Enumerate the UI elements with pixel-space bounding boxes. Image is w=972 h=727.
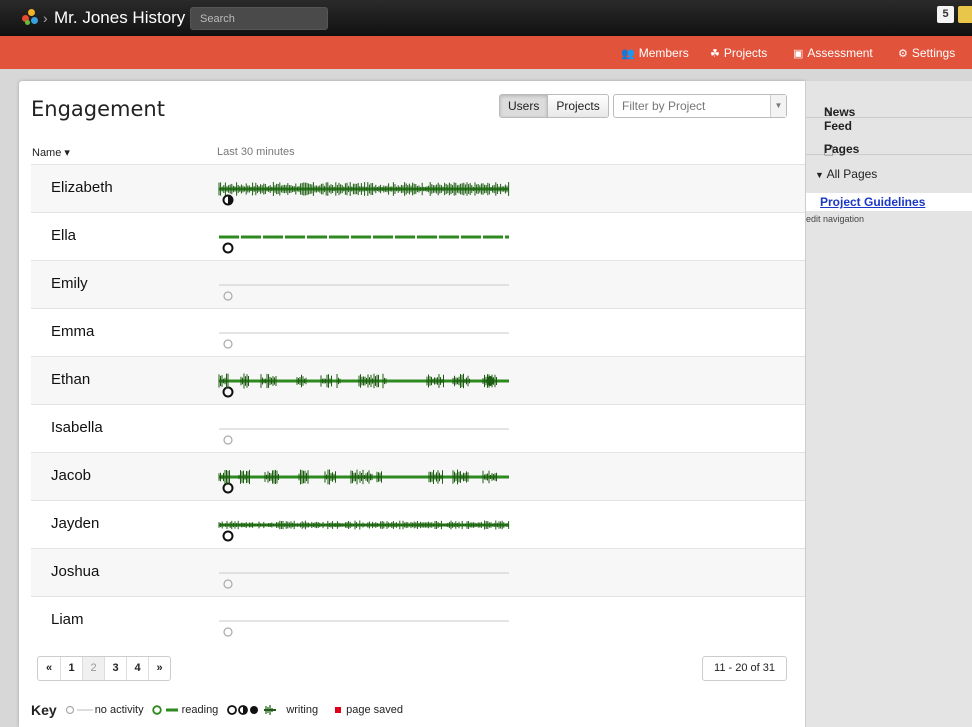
project-guidelines-link[interactable]: Project Guidelines — [806, 193, 972, 211]
user-name[interactable]: Joshua — [51, 563, 99, 580]
pager-page[interactable]: 2 — [82, 657, 104, 680]
notification-icon[interactable] — [958, 6, 972, 23]
page-title: Engagement — [31, 97, 165, 121]
user-name[interactable]: Emily — [51, 275, 88, 292]
nav-settings-label: Settings — [911, 46, 956, 60]
pager-page[interactable]: 1 — [60, 657, 82, 680]
activity-sparkline — [218, 520, 510, 530]
status-icon — [35, 517, 234, 542]
pagination: «1 2 3 4» — [37, 656, 171, 681]
user-name[interactable]: Ethan — [51, 371, 90, 388]
pages-label: Pages — [824, 142, 860, 156]
nav-assessment-label: Assessment — [807, 46, 873, 60]
user-name[interactable]: Isabella — [51, 419, 103, 436]
right-sidebar: ⌂ News Feed 🗋 Pages ▼ All Pages Project … — [805, 81, 972, 727]
user-name[interactable]: Jayden — [51, 515, 99, 532]
user-row[interactable]: Jacob — [31, 452, 805, 500]
user-row[interactable]: Emily — [31, 260, 805, 308]
app-logo-icon[interactable] — [22, 9, 40, 27]
activity-sparkline — [219, 572, 509, 574]
legend: Key no activity reading writing page sav — [31, 702, 403, 718]
sidebar-item-news-feed[interactable]: ⌂ News Feed — [806, 81, 972, 133]
no-activity-icon — [65, 705, 93, 715]
user-row[interactable]: Ethan — [31, 356, 805, 404]
nav-members[interactable]: 👥 Members — [621, 46, 689, 60]
user-name[interactable]: Elizabeth — [51, 179, 113, 196]
toggle-users[interactable]: Users — [500, 95, 548, 117]
status-icon — [35, 325, 233, 349]
status-icon — [35, 421, 233, 445]
status-icon — [35, 373, 234, 398]
legend-reading: reading — [181, 704, 219, 716]
activity-sparkline — [219, 235, 509, 239]
legend-title: Key — [31, 702, 57, 718]
status-icon — [35, 613, 233, 637]
user-row[interactable]: Emma — [31, 308, 805, 356]
legend-writing: writing — [286, 704, 319, 716]
nav-projects-label: Projects — [723, 46, 768, 60]
engagement-panel: Engagement Users Projects Filter by Proj… — [19, 81, 805, 727]
legend-no-activity: no activity — [94, 704, 144, 716]
pager-page[interactable]: 3 — [104, 657, 126, 680]
activity-sparkline — [219, 428, 509, 430]
user-name[interactable]: Ella — [51, 227, 76, 244]
activity-sparkline — [219, 620, 509, 622]
search-input[interactable]: Search — [190, 7, 328, 30]
status-icon — [35, 229, 234, 254]
pager-next[interactable]: » — [148, 657, 170, 680]
user-list: Elizabeth Ella Emily Emma Ethan Isabella Jacob… — [31, 164, 805, 644]
projects-icon: ☘ — [710, 47, 720, 60]
activity-sparkline — [219, 332, 509, 334]
assessment-icon: ▣ — [793, 47, 804, 60]
user-name[interactable]: Liam — [51, 611, 84, 628]
members-icon: 👥 — [621, 47, 635, 60]
user-row[interactable]: Ella — [31, 212, 805, 260]
gear-icon: ⚙ — [898, 47, 908, 60]
result-range: 11 - 20 of 31 — [702, 656, 787, 681]
user-name[interactable]: Jacob — [51, 467, 91, 484]
breadcrumb-chevron-icon: › — [43, 10, 48, 26]
all-pages-toggle[interactable]: ▼ All Pages — [815, 167, 877, 181]
nav-projects[interactable]: ☘ Projects — [710, 46, 767, 60]
activity-column-header: Last 30 minutes — [217, 146, 295, 158]
toggle-projects[interactable]: Projects — [547, 95, 608, 117]
activity-sparkline — [218, 182, 510, 196]
project-filter-placeholder: Filter by Project — [622, 99, 706, 113]
user-row[interactable]: Liam — [31, 596, 805, 644]
chevron-down-icon[interactable]: ▼ — [770, 95, 786, 117]
caret-down-icon: ▼ — [815, 170, 824, 180]
pager-prev[interactable]: « — [38, 657, 60, 680]
status-icon — [35, 277, 233, 301]
view-toggle: Users Projects — [499, 94, 609, 118]
nav-members-label: Members — [638, 46, 689, 60]
pager-page[interactable]: 4 — [126, 657, 148, 680]
writing-icon — [227, 705, 277, 715]
main-nav: 👥 Members ☘ Projects ▣ Assessment ⚙ Sett… — [0, 36, 972, 69]
edit-navigation-link[interactable]: edit navigation — [806, 214, 864, 224]
user-row[interactable]: Isabella — [31, 404, 805, 452]
user-row[interactable]: Joshua — [31, 548, 805, 596]
user-name[interactable]: Emma — [51, 323, 94, 340]
sidebar-item-pages[interactable]: 🗋 Pages — [806, 118, 972, 158]
page-saved-icon — [335, 707, 342, 713]
project-filter-select[interactable]: Filter by Project ▼ — [613, 94, 787, 118]
app-title[interactable]: Mr. Jones History — [54, 8, 185, 28]
name-column-header[interactable]: Name ▾ — [32, 146, 70, 159]
status-icon — [35, 565, 233, 589]
activity-sparkline — [218, 373, 509, 389]
legend-page-saved: page saved — [346, 704, 403, 716]
status-icon — [35, 181, 234, 206]
status-icon — [35, 469, 234, 494]
reading-icon — [151, 705, 178, 715]
all-pages-label: All Pages — [826, 167, 878, 181]
notification-badge[interactable]: 5 — [937, 6, 954, 23]
nav-settings[interactable]: ⚙ Settings — [898, 46, 955, 60]
nav-assessment[interactable]: ▣ Assessment — [793, 46, 873, 60]
activity-sparkline — [218, 469, 509, 485]
user-row[interactable]: Jayden — [31, 500, 805, 548]
activity-sparkline — [219, 284, 509, 286]
top-bar: › Mr. Jones History Search 5 — [0, 0, 972, 36]
user-row[interactable]: Elizabeth — [31, 164, 805, 212]
